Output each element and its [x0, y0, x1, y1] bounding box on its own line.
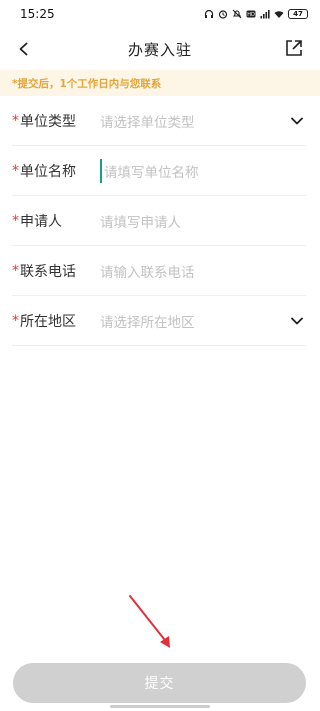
required-mark: *	[12, 112, 19, 129]
unit-name-input[interactable]: 请填写单位名称	[100, 158, 306, 183]
required-mark: *	[12, 262, 19, 279]
battery-icon: 47	[288, 9, 308, 19]
region-label: * 所在地区	[12, 311, 100, 331]
back-button[interactable]	[12, 37, 36, 61]
unit-type-select[interactable]: 请选择单位类型	[100, 109, 288, 133]
wifi-icon	[274, 11, 284, 18]
phone-label: * 联系电话	[12, 261, 100, 281]
unit-name-label: * 单位名称	[12, 161, 100, 181]
unit-name-label-text: 单位名称	[20, 163, 76, 180]
nav-bar: 办赛入驻	[0, 28, 320, 70]
notice-text: *提交后，1个工作日内与您联系	[12, 77, 162, 90]
signal-icon	[260, 10, 270, 19]
chevron-down-icon[interactable]	[288, 112, 306, 130]
phone-row: * 联系电话 请输入联系电话	[12, 246, 306, 296]
applicant-row: * 申请人 请填写申请人	[12, 196, 306, 246]
status-icons: HD 47	[204, 9, 308, 19]
hd-icon: HD	[246, 10, 256, 18]
unit-type-label: * 单位类型	[12, 111, 100, 131]
unit-name-row: * 单位名称 请填写单位名称	[12, 146, 306, 196]
unit-type-row[interactable]: * 单位类型 请选择单位类型	[12, 96, 306, 146]
alarm-icon	[218, 10, 228, 19]
mute-icon	[232, 9, 242, 19]
required-mark: *	[12, 212, 19, 229]
region-label-text: 所在地区	[20, 313, 76, 330]
applicant-label: * 申请人	[12, 211, 100, 231]
share-button[interactable]	[282, 36, 306, 60]
chevron-down-icon[interactable]	[288, 312, 306, 330]
svg-text:HD: HD	[247, 12, 255, 18]
status-time: 15:25	[20, 7, 55, 21]
region-row[interactable]: * 所在地区 请选择所在地区	[12, 296, 306, 346]
application-form: * 单位类型 请选择单位类型 * 单位名称 请填写单位名称 * 申请人 请填写申…	[0, 96, 320, 346]
page-title: 办赛入驻	[127, 40, 192, 59]
notice-banner: *提交后，1个工作日内与您联系	[0, 70, 320, 96]
required-mark: *	[12, 312, 19, 329]
battery-level: 47	[293, 10, 303, 18]
phone-label-text: 联系电话	[20, 263, 76, 280]
applicant-label-text: 申请人	[20, 213, 62, 230]
required-mark: *	[12, 162, 19, 179]
unit-type-label-text: 单位类型	[20, 113, 76, 130]
applicant-input[interactable]: 请填写申请人	[100, 209, 306, 233]
region-select[interactable]: 请选择所在地区	[100, 309, 288, 333]
back-arrow-icon	[19, 42, 28, 56]
status-bar: 15:25 HD 47	[0, 0, 320, 28]
annotation-arrow-icon	[129, 595, 170, 648]
home-indicator[interactable]	[110, 705, 210, 708]
share-icon	[286, 40, 302, 56]
submit-button[interactable]: 提交	[13, 663, 306, 703]
headphones-icon	[204, 9, 214, 18]
phone-input[interactable]: 请输入联系电话	[100, 259, 306, 283]
